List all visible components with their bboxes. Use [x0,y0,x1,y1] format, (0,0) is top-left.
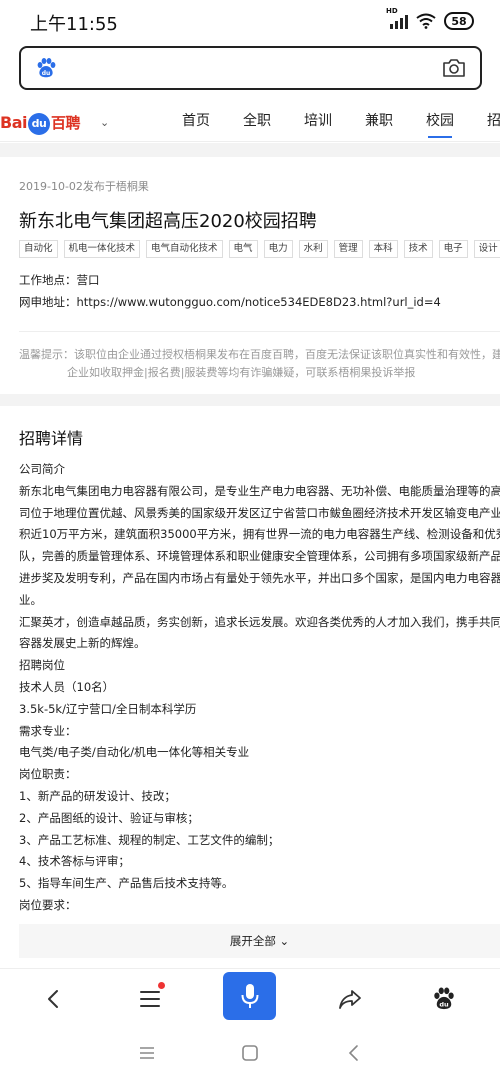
system-back-icon[interactable] [347,1044,361,1062]
logo-pin: 百聘 [50,114,81,132]
detail-line: 业。 [19,592,42,607]
camera-icon[interactable] [442,58,466,78]
baipin-logo[interactable]: Bai du 百聘 [0,102,85,136]
tag[interactable]: 电力 [263,240,293,258]
details-title: 招聘详情 [19,429,84,448]
detail-line: 3、产品工艺标准、规程的制定、工艺文件的编制； [19,832,280,847]
section-gap [0,143,500,157]
divider [19,331,500,332]
hd-label: HD [386,7,398,15]
publish-info: 2019-10-02发布于梧桐果 [19,180,149,193]
status-time: 上午11:55 [30,14,118,35]
detail-line: 队，完善的质量管理体系、环境管理体系和职业健康安全管理体系，公司拥有多项国家级新… [19,549,500,564]
tag[interactable]: 电子 [438,240,468,258]
back-button[interactable] [28,977,80,1021]
tab-training[interactable]: 培训 [304,110,332,130]
share-icon [339,990,361,1009]
tag[interactable]: 水利 [298,240,328,258]
battery-indicator: 58 [444,12,474,30]
details-body: 公司简介 新东北电气集团电力电容器有限公司，是专业生产电力电容器、无功补偿、电能… [19,459,500,917]
detail-line: 3.5k-5k/辽宁营口/全日制本科学历 [19,701,197,716]
svg-text:du: du [439,1001,449,1009]
detail-line: 岗位职责： [19,767,77,782]
work-location: 工作地点：营口 [19,273,100,287]
tab-home[interactable]: 首页 [182,110,210,130]
home-icon[interactable] [241,1044,259,1062]
detail-line: 岗位要求： [19,897,77,912]
menu-button[interactable] [124,977,176,1021]
channel-nav: Bai du 百聘 ⌄ 首页 全职 培训 兼职 校园 招 [0,98,500,142]
voice-search-button[interactable] [223,972,276,1020]
tag[interactable]: 电气 [228,240,258,258]
baidu-home-button[interactable]: du [418,977,470,1021]
tag[interactable]: 机电一体化技术 [63,240,141,258]
detail-line: 司位于地理位置优越、风景秀美的国家级开发区辽宁省营口市鲅鱼圈经济技术开发区输变电… [19,505,500,520]
tab-campus[interactable]: 校园 [426,110,454,138]
detail-line: 5、指导车间生产、产品售后技术支持等。 [19,876,234,891]
tag[interactable]: 技术 [403,240,433,258]
section-gap [0,394,500,406]
job-details: 招聘详情 公司简介 新东北电气集团电力电容器有限公司，是专业生产电力电容器、无功… [0,406,500,968]
detail-line: 新东北电气集团电力电容器有限公司，是专业生产电力电容器、无功补偿、电能质量治理等… [19,483,500,498]
detail-line: 4、技术答标与评审； [19,854,130,869]
svg-text:du: du [42,70,51,77]
baidu-paw-icon: du [37,58,56,78]
tag[interactable]: 本科 [368,240,398,258]
apply-url[interactable]: 网申地址：https://www.wutongguo.com/notice534… [19,294,441,310]
wifi-icon [416,13,436,29]
browser-toolbar: du [0,968,500,1026]
status-icons: HD 58 [386,7,474,30]
microphone-icon [241,984,258,1008]
chevron-down-icon[interactable]: ⌄ [100,116,109,129]
warning-notice: 温馨提示：该职位由企业通过授权梧桐果发布在百度百聘，百度无法保证该职位真实性和有… [19,346,500,382]
logo-du: du [27,112,50,135]
tab-parttime[interactable]: 兼职 [365,110,393,130]
battery-level: 58 [451,14,467,28]
tag[interactable]: 自动化 [19,240,58,258]
tag[interactable]: 电气自动化技术 [146,240,223,258]
detail-line: 需求专业： [19,723,77,738]
detail-line: 2、产品图纸的设计、验证与审核； [19,810,199,825]
baidu-paw-icon: du [434,987,454,1010]
warning-line[interactable]: 企业如收取押金|报名费|服装费等均有诈骗嫌疑，可联系梧桐果投诉举报 [19,364,500,382]
detail-line: 进步奖及发明专利，产品在国内市场占有量处于领先水平，并出口多个国家，是国内电力电… [19,570,500,585]
system-nav-bar [0,1026,500,1083]
expand-all-button[interactable]: 展开全部 ⌄ [19,924,500,958]
back-icon [48,990,58,1008]
job-tags: 自动化 机电一体化技术 电气自动化技术 电气 电力 水利 管理 本科 技术 电子… [19,240,500,258]
detail-line: 招聘岗位 [19,658,65,673]
detail-line: 公司简介 [19,462,65,476]
status-bar: 上午11:55 HD 58 [0,0,500,44]
detail-line: 容器发展史上新的辉煌。 [19,636,146,651]
tab-fulltime[interactable]: 全职 [243,110,271,130]
detail-line: 电气类/电子类/自动化/机电一体化等相关专业 [19,745,250,760]
warning-line: 温馨提示：该职位由企业通过授权梧桐果发布在百度百聘，百度无法保证该职位真实性和有… [19,348,500,361]
notification-dot [158,982,165,989]
tag[interactable]: 管理 [333,240,363,258]
detail-line: 汇聚英才，创造卓越品质，务实创新，追求长远发展。欢迎各类优秀的人才加入我们，携手… [19,614,500,629]
tab-recruit[interactable]: 招 [487,110,500,130]
recent-apps-icon[interactable] [139,1045,155,1061]
menu-icon [140,991,160,1007]
job-title: 新东北电气集团超高压2020校园招聘 [19,211,317,232]
tag[interactable]: 设计 [473,240,500,258]
detail-line: 积近10万平方米，建筑面积35000平方米，拥有世界一流的电力电容器生产线、检测… [19,527,500,542]
cell-signal-icon: HD [386,7,408,29]
job-card: 2019-10-02发布于梧桐果 新东北电气集团超高压2020校园招聘 自动化 … [0,157,500,394]
share-button[interactable] [324,977,376,1021]
detail-line: 技术人员（10名） [19,679,115,694]
search-bar[interactable]: du [19,46,482,90]
detail-line: 1、新产品的研发设计、技改； [19,788,176,803]
logo-bai: Bai [0,113,27,132]
